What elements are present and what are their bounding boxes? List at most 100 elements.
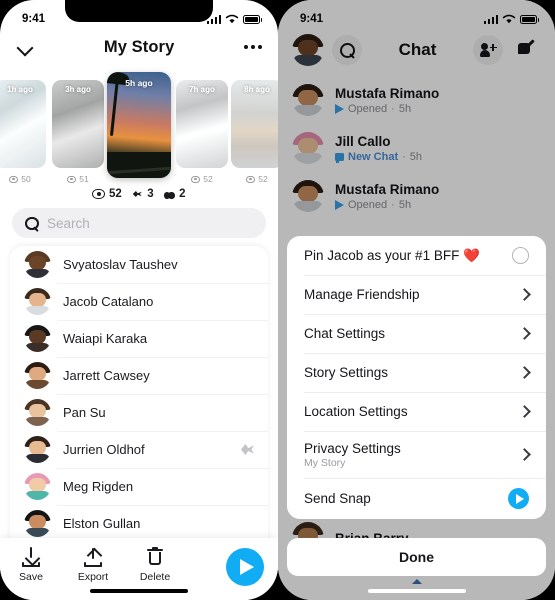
sheet-row-send-snap[interactable]: Send Snap [287, 478, 546, 519]
story-thumbnail[interactable]: 3h ago [52, 80, 104, 168]
total-screenshots: 3 [131, 188, 153, 200]
story-view-value: 52 [203, 174, 213, 184]
sheet-row-location-settings[interactable]: Location Settings [287, 392, 546, 431]
sheet-row-privacy-settings[interactable]: Privacy Settings My Story [287, 431, 546, 478]
profile-bitmoji-icon[interactable] [292, 34, 324, 66]
battery-icon [243, 14, 262, 24]
chat-dot: · [402, 150, 406, 163]
chat-time: 5h [409, 150, 423, 163]
save-button[interactable]: Save [0, 547, 62, 583]
my-story-header: My Story [0, 30, 278, 64]
total-views: 52 [92, 188, 122, 200]
story-strip: 1h ago 50 3h ago 51 5h ago 7h ago 52 8h … [0, 72, 278, 194]
story-thumbnail[interactable]: 8h ago [231, 80, 278, 168]
sheet-grabber-icon [411, 579, 422, 584]
avatar [24, 473, 51, 500]
status-bar-right: 9:41 [278, 0, 555, 30]
avatar [24, 399, 51, 426]
export-label: Export [77, 571, 109, 583]
sheet-row-label: Story Settings [304, 365, 389, 380]
chevron-right-icon [518, 327, 531, 340]
list-item[interactable]: Svyatoslav Taushev [10, 246, 268, 283]
search-input[interactable]: Search [47, 216, 90, 231]
story-thumbnail[interactable]: 7h ago [176, 80, 228, 168]
eye-icon [92, 189, 106, 199]
list-item[interactable]: Elston Gullan [10, 505, 268, 542]
story-totals: 52 3 2 [0, 185, 278, 203]
export-button[interactable]: Export [62, 547, 124, 583]
compose-chat-icon[interactable] [511, 35, 541, 65]
delete-button[interactable]: Delete [124, 546, 186, 583]
eye-icon [191, 175, 201, 183]
add-friend-icon[interactable] [473, 35, 503, 65]
friend-name: Elston Gullan [63, 516, 141, 531]
story-age: 1h ago [7, 85, 33, 94]
chat-time: 5h [398, 198, 412, 211]
list-item[interactable]: Jurrien Oldhof [10, 431, 268, 468]
friend-name: Svyatoslav Taushev [63, 257, 178, 272]
avatar [292, 84, 324, 116]
chevron-down-icon[interactable] [16, 38, 34, 56]
story-view-value: 50 [21, 174, 31, 184]
sheet-row-label: Privacy Settings [304, 440, 401, 456]
delete-label: Delete [139, 571, 171, 583]
screenshot-icon [131, 189, 144, 200]
status-time: 9:41 [300, 13, 324, 25]
road-decoration [107, 152, 171, 178]
search-bar[interactable]: Search [12, 208, 266, 238]
send-arrow-icon [240, 559, 254, 575]
cellular-bars-icon [483, 14, 498, 24]
send-button[interactable] [226, 548, 264, 586]
chat-dot: · [391, 102, 395, 115]
done-button[interactable]: Done [287, 538, 546, 576]
sheet-row-label: Send Snap [304, 491, 371, 506]
sheet-row-manage-friendship[interactable]: Manage Friendship [287, 275, 546, 314]
list-item[interactable]: Meg Rigden [10, 468, 268, 505]
sheet-row-label: Pin Jacob as your #1 BFF ❤️ [304, 247, 480, 263]
total-views-value: 52 [108, 188, 122, 200]
story-age: 5h ago [125, 78, 153, 88]
list-item[interactable]: Pan Su [10, 394, 268, 431]
chat-name: Mustafa Rimano [335, 85, 440, 101]
eye-icon [9, 175, 19, 183]
sheet-row-pin-bff[interactable]: Pin Jacob as your #1 BFF ❤️ [287, 236, 546, 275]
story-view-count: 51 [52, 174, 104, 184]
sheet-row-chat-settings[interactable]: Chat Settings [287, 314, 546, 353]
sheet-row-label: Manage Friendship [304, 287, 420, 302]
chevron-right-icon [518, 405, 531, 418]
sent-snap-icon [241, 444, 254, 455]
friend-action-sheet: Pin Jacob as your #1 BFF ❤️ Manage Frien… [287, 236, 546, 519]
list-item[interactable]: Jacob Catalano [10, 283, 268, 320]
ellipsis-icon[interactable] [244, 44, 262, 50]
chat-screen: 9:41 Chat Mustafa Rimano Opened · 5h Jil… [278, 0, 555, 600]
radio-circle[interactable] [512, 247, 529, 264]
story-view-count: 52 [231, 174, 278, 184]
chat-row[interactable]: Mustafa Rimano Opened · 5h [278, 76, 555, 124]
page-title: My Story [103, 37, 175, 56]
chat-header: Chat [278, 30, 555, 70]
search-icon[interactable] [332, 35, 362, 65]
chat-status: Opened · 5h [335, 199, 439, 211]
story-thumbnail[interactable]: 1h ago [0, 80, 46, 168]
device-notch [65, 0, 213, 22]
chat-row[interactable]: Jill Callo New Chat · 5h [278, 124, 555, 172]
list-item[interactable]: Waiapi Karaka [10, 320, 268, 357]
home-indicator [367, 588, 466, 593]
story-view-count: 50 [0, 174, 46, 184]
story-age: 3h ago [65, 85, 91, 94]
list-item[interactable]: Jarrett Cawsey [10, 357, 268, 394]
new-chat-icon [335, 152, 344, 163]
story-thumbnail-active[interactable]: 5h ago [107, 72, 171, 178]
chevron-right-icon [518, 366, 531, 379]
chat-status: Opened · 5h [335, 103, 439, 115]
peek-icon [163, 190, 176, 199]
wifi-icon [502, 14, 516, 24]
sheet-row-story-settings[interactable]: Story Settings [287, 353, 546, 392]
send-circle-icon[interactable] [508, 488, 529, 509]
avatar [24, 288, 51, 315]
chevron-right-icon [518, 448, 531, 461]
avatar [292, 180, 324, 212]
chat-row[interactable]: Mustafa Rimano Opened · 5h [278, 172, 555, 220]
friend-name: Jurrien Oldhof [63, 442, 145, 457]
dual-phone-screenshot: 9:41 My Story 1h ago 50 3h ago 51 5h ago… [0, 0, 555, 600]
